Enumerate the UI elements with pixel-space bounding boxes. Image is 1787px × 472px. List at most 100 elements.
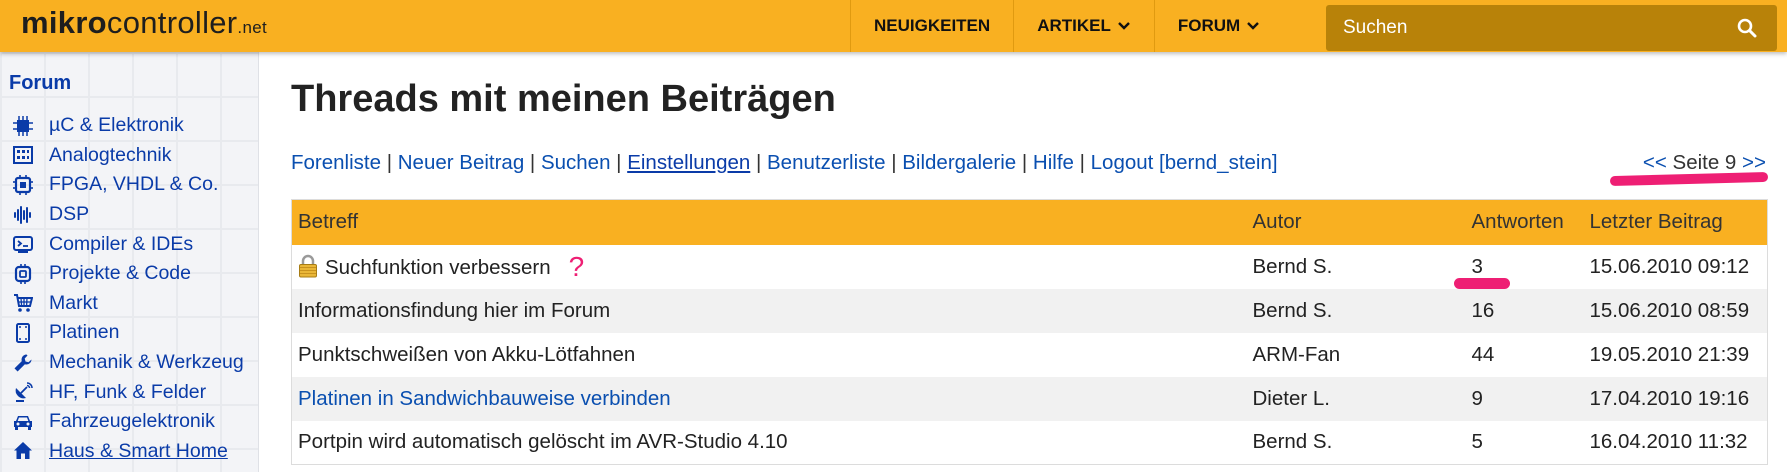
thread-replies: 9 [1465, 376, 1584, 421]
sidebar-item-haus-smart-home[interactable]: Haus & Smart Home [12, 437, 244, 467]
thread-author: Bernd S. [1246, 244, 1466, 289]
thread-last-post: 15.06.2010 09:12 [1583, 244, 1768, 289]
thread-replies: 5 [1465, 420, 1584, 465]
sidebar-item-label: Mechanik & Werkzeug [49, 351, 244, 374]
sidebar-title: Forum [9, 72, 72, 94]
main-nav: NEUIGKEITEN ARTIKEL FORUM [850, 0, 1283, 52]
link-benutzerliste[interactable]: Benutzerliste [767, 151, 886, 174]
column-header-antworten[interactable]: Antworten [1465, 199, 1584, 245]
link-bildergalerie[interactable]: Bildergalerie [902, 151, 1016, 174]
processor-icon [12, 263, 34, 285]
thread-link[interactable]: Portpin wird automatisch gelöscht im AVR… [298, 430, 788, 453]
sidebar-item-fpga[interactable]: FPGA, VHDL & Co. [12, 170, 244, 200]
table-header-row: Betreff Autor Antworten Letzter Beitrag [291, 199, 1768, 245]
page-indicator: Seite 9 [1672, 151, 1737, 174]
terminal-icon [12, 233, 34, 255]
thread-link[interactable]: Platinen in Sandwichbauweise verbinden [298, 387, 671, 410]
site-logo[interactable]: mikrocontroller.net [21, 5, 267, 41]
question-mark-annotation: ? [568, 250, 585, 282]
sidebar-item-label: FPGA, VHDL & Co. [49, 173, 219, 196]
search-input[interactable] [1326, 16, 1725, 40]
column-header-autor[interactable]: Autor [1246, 199, 1466, 245]
panel-icon [12, 144, 34, 166]
chevron-down-icon [1247, 22, 1260, 30]
search-icon[interactable] [1737, 18, 1757, 38]
cart-icon [12, 292, 34, 314]
nav-forum[interactable]: FORUM [1153, 0, 1283, 52]
table-row: Punktschweißen von Akku-Lötfahnen ARM-Fa… [291, 332, 1768, 377]
thread-subject-cell: Platinen in Sandwichbauweise verbinden [291, 376, 1247, 421]
sidebar-item-uc-elektronik[interactable]: µC & Elektronik [12, 111, 244, 141]
top-bar: mikrocontroller.net NEUIGKEITEN ARTIKEL … [0, 0, 1787, 52]
link-hilfe[interactable]: Hilfe [1033, 151, 1074, 174]
home-icon [12, 440, 34, 462]
threads-table: Betreff Autor Antworten Letzter Beitrag … [291, 199, 1768, 465]
forum-links: Forenliste | Neuer Beitrag | Suchen | Ei… [291, 151, 1278, 174]
nav-neuigkeiten[interactable]: NEUIGKEITEN [850, 0, 1013, 52]
satellite-icon [12, 381, 34, 403]
thread-subject-cell: Informationsfindung hier im Forum [291, 288, 1247, 333]
link-einstellungen[interactable]: Einstellungen [627, 151, 750, 174]
thread-last-post: 17.04.2010 19:16 [1583, 376, 1768, 421]
sidebar-item-markt[interactable]: Markt [12, 289, 244, 319]
wrench-icon [12, 352, 34, 374]
sidebar-item-platinen[interactable]: Platinen [12, 318, 244, 348]
table-row: Informationsfindung hier im Forum Bernd … [291, 288, 1768, 333]
column-header-letzter-beitrag[interactable]: Letzter Beitrag [1583, 199, 1768, 245]
chip-icon [12, 115, 34, 137]
thread-author: Bernd S. [1246, 288, 1466, 333]
waveform-icon [12, 204, 34, 226]
thread-subject-cell: Punktschweißen von Akku-Lötfahnen [291, 332, 1247, 377]
table-row: Portpin wird automatisch gelöscht im AVR… [291, 420, 1768, 465]
thread-replies: 16 [1465, 288, 1584, 333]
sidebar-item-label: DSP [49, 203, 90, 226]
sidebar-item-label: µC & Elektronik [49, 114, 184, 137]
search-box [1326, 5, 1777, 51]
lock-icon [299, 254, 317, 277]
sidebar-item-label: Haus & Smart Home [49, 439, 228, 462]
column-header-betreff[interactable]: Betreff [291, 199, 1247, 245]
sidebar-item-projekte[interactable]: Projekte & Code [12, 259, 244, 289]
link-logout[interactable]: Logout [bernd_stein] [1091, 151, 1278, 174]
thread-author: ARM-Fan [1246, 332, 1466, 377]
prev-page-link[interactable]: << [1643, 151, 1667, 174]
chevron-down-icon [1118, 22, 1130, 30]
link-suchen[interactable]: Suchen [541, 151, 611, 174]
highlight-underline-replies [1454, 278, 1510, 289]
fpga-icon [12, 174, 34, 196]
sidebar-item-label: Projekte & Code [49, 262, 191, 285]
page-title: Threads mit meinen Beiträgen [291, 78, 836, 120]
thread-link[interactable]: Informationsfindung hier im Forum [298, 299, 610, 322]
nav-artikel[interactable]: ARTIKEL [1013, 0, 1154, 52]
link-forenliste[interactable]: Forenliste [291, 151, 381, 174]
sidebar-item-analogtechnik[interactable]: Analogtechnik [12, 141, 244, 171]
thread-last-post: 15.06.2010 08:59 [1583, 288, 1768, 333]
sidebar-item-label: Markt [49, 291, 98, 314]
board-icon [12, 322, 34, 344]
pagination: << Seite 9 >> [1643, 151, 1766, 175]
thread-link[interactable]: Suchfunktion verbessern [325, 256, 551, 279]
thread-link[interactable]: Punktschweißen von Akku-Lötfahnen [298, 343, 635, 366]
link-neuer-beitrag[interactable]: Neuer Beitrag [398, 151, 524, 174]
sidebar-item-label: Compiler & IDEs [49, 232, 194, 255]
sidebar-item-fahrzeugelektronik[interactable]: Fahrzeugelektronik [12, 407, 244, 437]
thread-last-post: 19.05.2010 21:39 [1583, 332, 1768, 377]
sidebar-item-label: Fahrzeugelektronik [49, 410, 215, 433]
sidebar-item-mechanik[interactable]: Mechanik & Werkzeug [12, 348, 244, 378]
thread-author: Dieter L. [1246, 376, 1466, 421]
sidebar: Forum µC & Elektronik Analogtechnik FPGA… [0, 52, 259, 472]
sidebar-item-label: Platinen [49, 321, 120, 344]
thread-last-post: 16.04.2010 11:32 [1583, 420, 1768, 465]
sidebar-item-label: Analogtechnik [49, 143, 172, 166]
car-icon [12, 411, 34, 433]
sidebar-item-compiler[interactable]: Compiler & IDEs [12, 229, 244, 259]
sidebar-list: µC & Elektronik Analogtechnik FPGA, VHDL… [12, 111, 244, 466]
highlight-underline-pager [1609, 171, 1769, 187]
next-page-link[interactable]: >> [1742, 151, 1766, 174]
sidebar-item-label: HF, Funk & Felder [49, 380, 207, 403]
table-row: Suchfunktion verbessern? Bernd S. 3 15.0… [291, 244, 1768, 289]
sidebar-item-hf-funk[interactable]: HF, Funk & Felder [12, 377, 244, 407]
thread-author: Bernd S. [1246, 420, 1466, 465]
sidebar-item-dsp[interactable]: DSP [12, 200, 244, 230]
thread-replies: 44 [1465, 332, 1584, 377]
